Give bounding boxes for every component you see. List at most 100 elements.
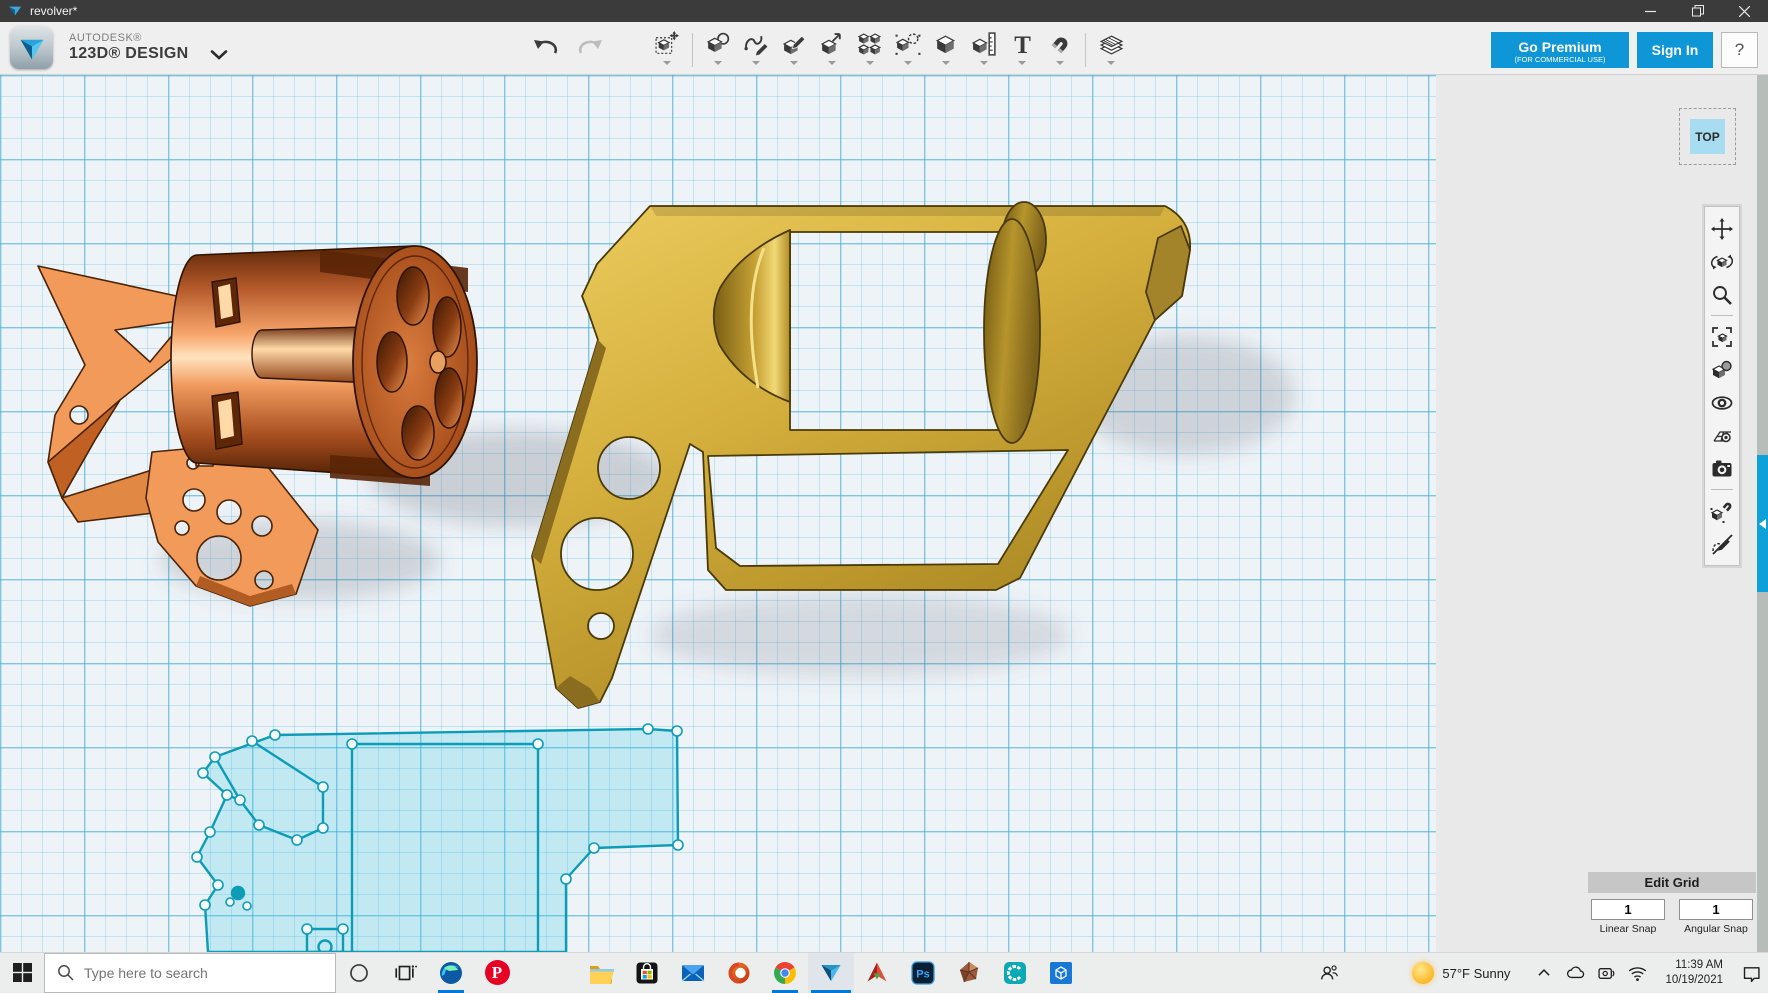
- fit-view-button[interactable]: [1706, 320, 1738, 353]
- snap-mode-view-button[interactable]: [1706, 494, 1738, 527]
- cura-taskbar-button[interactable]: [992, 953, 1038, 993]
- orbit-icon: [1710, 250, 1734, 274]
- combine-tool-button[interactable]: [927, 25, 965, 73]
- action-center-button[interactable]: [1740, 962, 1762, 984]
- copper-cylinder-part[interactable]: [171, 246, 477, 486]
- measure-icon: [971, 31, 998, 58]
- microsoft-store-icon: [634, 960, 660, 986]
- sketch-tool-button[interactable]: [737, 25, 775, 73]
- chevron-down-icon[interactable]: [828, 61, 836, 65]
- tray-time: 11:39 AM: [1665, 958, 1723, 973]
- meet-now-button[interactable]: [1595, 962, 1617, 984]
- chevron-down-icon[interactable]: [980, 61, 988, 65]
- chevron-down-icon[interactable]: [1107, 61, 1115, 65]
- chevron-down-icon[interactable]: [904, 61, 912, 65]
- show-hide-view-button[interactable]: [1706, 386, 1738, 419]
- linear-snap-input[interactable]: [1591, 899, 1665, 920]
- taskbar-spacer: [520, 953, 578, 993]
- panel-slide-tab[interactable]: [1757, 455, 1768, 592]
- angular-snap-input[interactable]: [1679, 899, 1753, 920]
- mail-icon: [680, 960, 706, 986]
- help-button[interactable]: ?: [1721, 32, 1758, 68]
- measure-tool-button[interactable]: [965, 25, 1003, 73]
- chevron-down-icon[interactable]: [1056, 61, 1064, 65]
- app-window-icon: [8, 4, 22, 18]
- edge-taskbar-button[interactable]: [428, 953, 474, 993]
- right-panel: TOP Edit Grid Linear Snap Angular Snap: [1436, 75, 1768, 952]
- 3d-builder-taskbar-button[interactable]: [1038, 953, 1084, 993]
- file-explorer-taskbar-button[interactable]: [578, 953, 624, 993]
- onedrive-button[interactable]: [1564, 962, 1586, 984]
- chevron-down-icon[interactable]: [663, 61, 671, 65]
- pinterest-taskbar-button[interactable]: P: [474, 953, 520, 993]
- zoom-view-button[interactable]: [1706, 278, 1738, 311]
- cortana-button[interactable]: [336, 953, 382, 993]
- 123d-design-taskbar-button[interactable]: [808, 953, 854, 993]
- chevron-down-icon[interactable]: [1018, 61, 1026, 65]
- meshmixer-taskbar-button[interactable]: [854, 953, 900, 993]
- weather-text: 57°F Sunny: [1442, 966, 1510, 981]
- minimize-icon: [1645, 6, 1656, 17]
- cyan-sketch-profile[interactable]: [192, 724, 683, 952]
- sign-in-button[interactable]: Sign In: [1637, 32, 1713, 68]
- snap-tool-button[interactable]: [1041, 25, 1079, 73]
- search-input[interactable]: [84, 965, 314, 981]
- edit-grid-title[interactable]: Edit Grid: [1588, 872, 1756, 893]
- text-tool-button[interactable]: T: [1003, 25, 1041, 73]
- chevron-down-icon[interactable]: [942, 61, 950, 65]
- svg-text:T: T: [1014, 32, 1031, 58]
- viewcube-top-face[interactable]: TOP: [1690, 119, 1725, 154]
- task-view-button[interactable]: [382, 953, 428, 993]
- show-hide-icon: [1710, 391, 1734, 415]
- pan-view-button[interactable]: [1706, 212, 1738, 245]
- mesh-model-taskbar-button[interactable]: [946, 953, 992, 993]
- grouping-tool-button[interactable]: [889, 25, 927, 73]
- network-button[interactable]: [1626, 962, 1648, 984]
- grid-visibility-view-button[interactable]: [1706, 419, 1738, 452]
- onedrive-cloud-icon: [1565, 963, 1586, 984]
- sketch-visibility-icon: [1710, 532, 1734, 556]
- taskbar-search[interactable]: [44, 953, 336, 993]
- material-tool-button[interactable]: [1092, 25, 1130, 73]
- fit-icon: [1710, 325, 1734, 349]
- modeling-canvas[interactable]: [0, 75, 1436, 952]
- pattern-tool-button[interactable]: [851, 25, 889, 73]
- screenshot-view-button[interactable]: [1706, 452, 1738, 485]
- microsoft-store-taskbar-button[interactable]: [624, 953, 670, 993]
- office-taskbar-button[interactable]: [716, 953, 762, 993]
- mail-taskbar-button[interactable]: [670, 953, 716, 993]
- go-premium-button[interactable]: Go Premium (FOR COMMERCIAL USE): [1491, 32, 1629, 68]
- transform-tool-button[interactable]: [648, 25, 686, 73]
- running-indicator: [772, 990, 798, 993]
- sun-icon: [1412, 962, 1434, 984]
- undo-button[interactable]: [530, 32, 560, 62]
- orbit-view-button[interactable]: [1706, 245, 1738, 278]
- chrome-taskbar-button[interactable]: [762, 953, 808, 993]
- sketch-visibility-view-button[interactable]: [1706, 527, 1738, 560]
- people-button[interactable]: [1318, 953, 1340, 993]
- start-button[interactable]: [0, 953, 44, 993]
- toolbar-divider: [1711, 315, 1733, 316]
- redo-button[interactable]: [576, 32, 606, 62]
- minimize-button[interactable]: [1627, 0, 1674, 22]
- chevron-down-icon[interactable]: [866, 61, 874, 65]
- viewcube[interactable]: TOP: [1679, 108, 1736, 165]
- main-toolbar: T: [648, 25, 1130, 73]
- wifi-icon: [1627, 963, 1648, 984]
- tray-expand-button[interactable]: [1533, 962, 1555, 984]
- clock[interactable]: 11:39 AM 10/19/2021: [1665, 958, 1723, 988]
- construct-tool-button[interactable]: [775, 25, 813, 73]
- photoshop-express-taskbar-button[interactable]: Ps: [900, 953, 946, 993]
- close-button[interactable]: [1721, 0, 1768, 22]
- primitives-tool-button[interactable]: [699, 25, 737, 73]
- modify-tool-button[interactable]: [813, 25, 851, 73]
- maximize-button[interactable]: [1674, 0, 1721, 22]
- edit-grid-panel: Edit Grid Linear Snap Angular Snap: [1588, 872, 1756, 935]
- chevron-down-icon[interactable]: [790, 61, 798, 65]
- shade-view-button[interactable]: [1706, 353, 1738, 386]
- 3d-builder-icon: [1048, 960, 1074, 986]
- app-menu[interactable]: AUTODESK® 123D® DESIGN: [10, 26, 228, 69]
- chevron-down-icon[interactable]: [752, 61, 760, 65]
- chevron-down-icon[interactable]: [714, 61, 722, 65]
- weather-widget[interactable]: 57°F Sunny: [1412, 962, 1510, 984]
